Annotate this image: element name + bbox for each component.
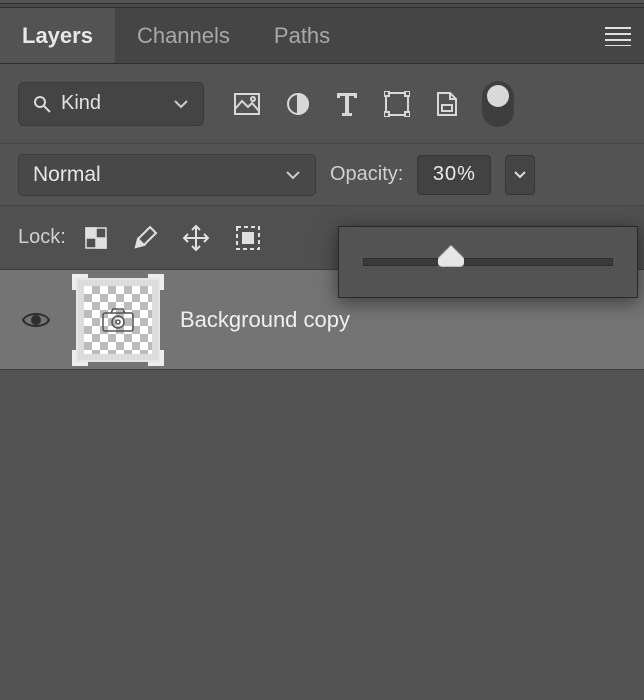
tab-paths[interactable]: Paths: [252, 8, 352, 63]
chevron-down-icon: [173, 99, 189, 109]
layer-thumbnail[interactable]: [76, 278, 160, 362]
panel-tabs: Layers Channels Paths: [0, 8, 644, 64]
opacity-label: Opacity:: [330, 163, 403, 186]
opacity-dropdown-button[interactable]: [505, 155, 535, 195]
tab-channels[interactable]: Channels: [115, 8, 252, 63]
search-icon: [33, 95, 51, 113]
lock-pixels-icon[interactable]: [132, 225, 158, 251]
panel-menu-button[interactable]: [592, 8, 644, 63]
blend-mode-select[interactable]: Normal: [18, 154, 316, 196]
lock-transparency-icon[interactable]: [84, 226, 108, 250]
filter-shape-layers-icon[interactable]: [384, 91, 410, 117]
lock-position-icon[interactable]: [182, 224, 210, 252]
filter-row: Kind: [0, 64, 644, 144]
filter-toggle-switch[interactable]: [482, 81, 514, 127]
lock-artboard-icon[interactable]: [234, 224, 262, 252]
filter-kind-label: Kind: [61, 92, 101, 115]
lock-label: Lock:: [18, 226, 66, 249]
camera-icon: [101, 307, 135, 333]
chevron-down-icon: [285, 170, 301, 180]
blend-mode-value: Normal: [33, 163, 101, 187]
filter-pixel-layers-icon[interactable]: [234, 93, 260, 115]
filter-smart-objects-icon[interactable]: [436, 91, 458, 117]
tab-layers[interactable]: Layers: [0, 8, 115, 63]
layer-name[interactable]: Background copy: [180, 307, 350, 333]
opacity-slider-popup: [338, 226, 638, 298]
filter-type-layers-icon[interactable]: [336, 92, 358, 116]
layer-visibility-toggle[interactable]: [16, 310, 56, 330]
blend-row: Normal Opacity: 30%: [0, 144, 644, 206]
opacity-slider-track[interactable]: [363, 258, 613, 266]
filter-adjustment-layers-icon[interactable]: [286, 92, 310, 116]
filter-kind-select[interactable]: Kind: [18, 82, 204, 126]
opacity-input[interactable]: 30%: [417, 155, 491, 195]
